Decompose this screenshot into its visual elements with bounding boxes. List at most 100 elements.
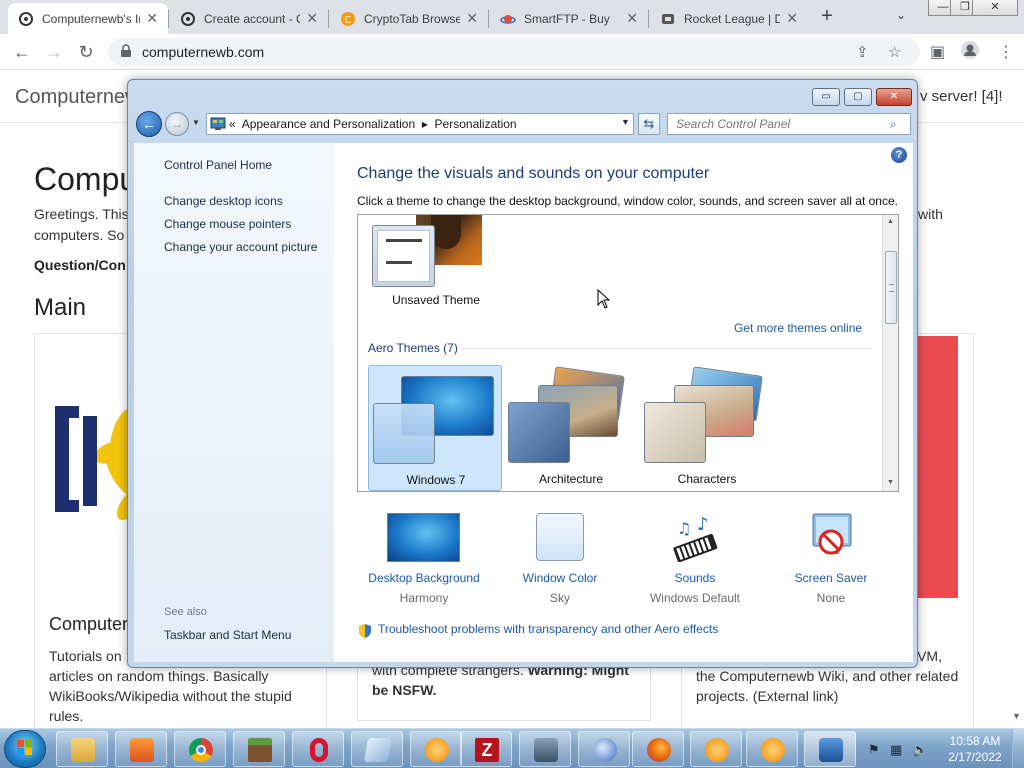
opera-taskbar-button[interactable] (292, 731, 344, 767)
theme-window-preview (508, 402, 570, 463)
theme-list-scrollbar[interactable]: ▲ ▼ (882, 215, 898, 491)
theme-windows-7[interactable]: Windows 7 (368, 365, 502, 491)
scrollbar-thumb[interactable] (885, 251, 897, 324)
volume-icon[interactable]: 🔈 (912, 742, 928, 758)
setting-label[interactable]: Desktop Background (364, 571, 484, 585)
tab-create-account[interactable]: Create account - Cc ✕ (170, 3, 328, 34)
cryptotab-taskbar-button[interactable] (746, 731, 798, 767)
page-title: Compu (34, 161, 138, 197)
minecraft-taskbar-button[interactable] (233, 731, 285, 767)
menu-icon[interactable]: ⋮ (998, 42, 1014, 62)
tab-computernewb[interactable]: Computernewb's Ir ✕ (8, 3, 168, 34)
control-panel-window[interactable]: ▭ ▢ ✕ ← → ▼ « Appearance and Personaliza… (127, 79, 918, 668)
close-tab-icon[interactable]: ✕ (306, 10, 318, 27)
network-icon[interactable]: ▦ (890, 742, 902, 758)
forward-arrow-icon[interactable]: → (44, 42, 64, 62)
cp-close-button[interactable]: ✕ (876, 88, 912, 106)
lock-icon[interactable] (120, 44, 132, 61)
cp-back-button[interactable]: ← (136, 111, 162, 137)
screen-saver-setting[interactable]: Screen Saver None (771, 510, 891, 610)
taskbar-start-menu-link[interactable]: Taskbar and Start Menu (164, 628, 291, 642)
help-icon[interactable]: ? (891, 147, 907, 163)
clock-time[interactable]: 10:58 AM (944, 734, 1006, 748)
star-icon[interactable]: ☆ (888, 43, 901, 61)
desktop-background-setting[interactable]: Desktop Background Harmony (364, 510, 484, 610)
tab-smartftp[interactable]: SmartFTP - Buy ✕ (490, 3, 648, 34)
window-color-setting[interactable]: Window Color Sky (500, 510, 620, 610)
setting-label[interactable]: Sounds (635, 571, 755, 585)
card-title[interactable]: Computer (49, 614, 128, 635)
share-icon[interactable]: ⇪ (856, 43, 869, 61)
clock-date[interactable]: 2/17/2022 (944, 750, 1006, 764)
refresh-icon[interactable]: ⇆ (638, 113, 660, 135)
filezilla-taskbar-button[interactable]: Z (460, 731, 512, 767)
sounds-setting[interactable]: ♫ ♪ Sounds Windows Default (635, 510, 755, 610)
opera-icon (310, 738, 328, 762)
scroll-down-icon[interactable]: ▼ (887, 479, 894, 486)
search-icon[interactable]: ⌕ (890, 117, 897, 132)
page-scroll-down-icon[interactable]: ▼ (1012, 711, 1021, 721)
search-control-panel-input[interactable] (667, 113, 911, 135)
site-name[interactable]: Computernew (15, 86, 140, 109)
control-panel-home-link[interactable]: Control Panel Home (164, 158, 272, 172)
change-mouse-pointers-link[interactable]: Change mouse pointers (164, 217, 291, 231)
reload-icon[interactable]: ↻ (76, 42, 96, 62)
site-header-notice[interactable]: v server! [4]! (920, 88, 1003, 105)
chrome-taskbar-button[interactable] (174, 731, 226, 767)
cp-address-bar[interactable]: « Appearance and Personalization ▸ Perso… (206, 113, 634, 135)
tab-cryptotab[interactable]: C CryptoTab Browser ✕ (330, 3, 488, 34)
scroll-up-icon[interactable]: ▲ (887, 218, 894, 225)
setting-value: Windows Default (649, 591, 741, 605)
change-desktop-icons-link[interactable]: Change desktop icons (164, 194, 283, 208)
address-bar[interactable]: computernewb.com ⇪ ☆ (108, 38, 920, 66)
back-arrow-icon[interactable]: ← (12, 42, 32, 62)
cp-minimize-button[interactable]: ▭ (812, 88, 840, 106)
notepad-icon (363, 738, 393, 762)
control-panel-icon (819, 738, 843, 762)
url-text[interactable]: computernewb.com (142, 44, 264, 60)
change-account-picture-link[interactable]: Change your account picture (164, 240, 317, 254)
setting-value: Harmony (399, 591, 449, 605)
cp-maximize-button[interactable]: ▢ (844, 88, 872, 106)
theme-characters[interactable]: Characters (640, 365, 774, 491)
close-tab-icon[interactable]: ✕ (466, 10, 478, 27)
control-panel-taskbar-button[interactable] (804, 731, 856, 767)
sidebar-icon[interactable]: ▣ (930, 42, 945, 62)
smartftp-taskbar-button[interactable] (578, 731, 630, 767)
rocket-league-favicon-icon (660, 11, 676, 27)
breadcrumb-appearance[interactable]: Appearance and Personalization (242, 117, 415, 131)
profile-icon[interactable] (960, 40, 980, 65)
new-tab-button[interactable]: + (816, 5, 838, 27)
breadcrumb-overflow[interactable]: « (229, 117, 236, 131)
tab-rocket-league[interactable]: Rocket League | Dc ✕ (650, 3, 808, 34)
cp-forward-button[interactable]: → (165, 112, 189, 136)
breadcrumb-separator[interactable]: ▸ (422, 117, 428, 131)
start-button[interactable] (4, 730, 46, 768)
recent-pages-chevron-icon[interactable]: ▼ (192, 118, 200, 127)
setting-label[interactable]: Screen Saver (771, 571, 891, 585)
get-more-themes-link[interactable]: Get more themes online (734, 321, 862, 335)
shield-icon (357, 623, 373, 642)
cryptotab-taskbar-button[interactable] (410, 731, 462, 767)
network-taskbar-button[interactable] (519, 731, 571, 767)
close-tab-icon[interactable]: ✕ (626, 10, 638, 27)
close-window-button[interactable]: ✕ (972, 0, 1018, 16)
show-desktop-button[interactable] (1012, 729, 1024, 768)
firefox-taskbar-button[interactable] (632, 731, 684, 767)
close-tab-icon[interactable]: ✕ (786, 10, 798, 27)
theme-list[interactable]: Unsaved Theme Get more themes online Aer… (357, 214, 899, 492)
close-tab-icon[interactable]: ✕ (146, 10, 158, 27)
breadcrumb-personalization[interactable]: Personalization (435, 117, 517, 131)
address-dropdown-icon[interactable]: ▼ (621, 117, 630, 127)
svg-text:C: C (345, 15, 352, 26)
action-center-flag-icon[interactable]: ⚑ (868, 742, 880, 758)
notepad-taskbar-button[interactable] (351, 731, 403, 767)
explorer-taskbar-button[interactable] (56, 731, 108, 767)
troubleshoot-aero-link[interactable]: Troubleshoot problems with transparency … (378, 622, 718, 636)
setting-label[interactable]: Window Color (500, 571, 620, 585)
theme-architecture[interactable]: Architecture (504, 365, 638, 491)
preview-line (386, 261, 412, 264)
media-player-taskbar-button[interactable] (115, 731, 167, 767)
cryptotab-taskbar-button[interactable] (690, 731, 742, 767)
tab-search-chevron-icon[interactable]: ⌄ (896, 8, 906, 22)
